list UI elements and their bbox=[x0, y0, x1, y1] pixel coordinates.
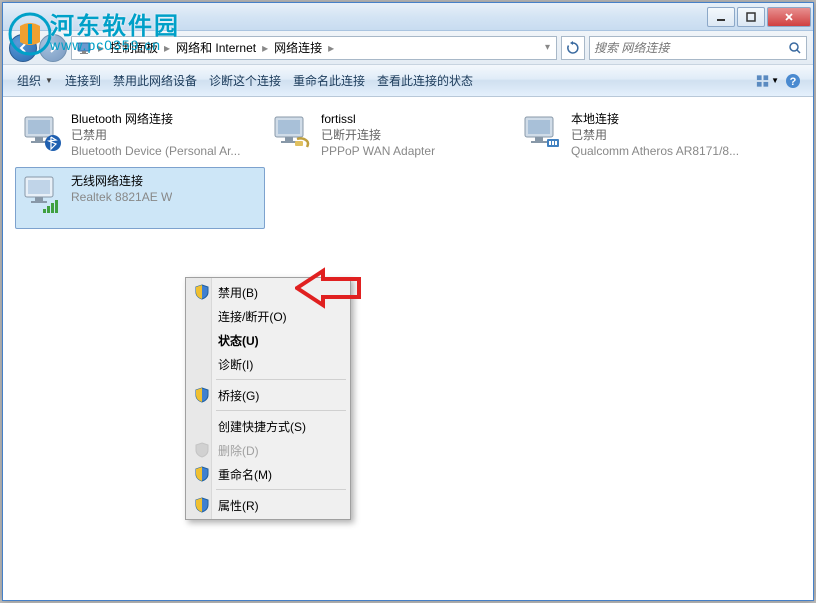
menu-separator bbox=[216, 379, 346, 380]
connection-status: 已禁用 bbox=[571, 127, 739, 143]
chevron-down-icon[interactable]: ▾ bbox=[543, 42, 552, 53]
rename-button[interactable]: 重命名此连接 bbox=[287, 68, 371, 93]
refresh-button[interactable] bbox=[561, 36, 585, 60]
dialup-connection-icon bbox=[271, 111, 313, 153]
watermark-logo bbox=[8, 12, 52, 61]
help-button[interactable]: ? bbox=[781, 69, 805, 93]
chevron-down-icon: ▼ bbox=[45, 76, 53, 85]
menu-separator bbox=[216, 410, 346, 411]
explorer-window: ▸ 控制面板 ▸ 网络和 Internet ▸ 网络连接 ▸ ▾ 组织▼ 连接到… bbox=[2, 2, 814, 601]
connection-item-bluetooth[interactable]: Bluetooth 网络连接 已禁用 Bluetooth Device (Per… bbox=[15, 105, 265, 167]
connection-item-fortissl[interactable]: fortissl 已断开连接 PPPoP WAN Adapter bbox=[265, 105, 515, 167]
network-icon bbox=[76, 40, 92, 56]
minimize-button[interactable] bbox=[707, 7, 735, 27]
connection-name: Bluetooth 网络连接 bbox=[71, 111, 240, 127]
connection-name: 本地连接 bbox=[571, 111, 739, 127]
context-menu: 禁用(B) 连接/断开(O) 状态(U) 诊断(I) 桥接(G) 创建快捷方式(… bbox=[185, 277, 351, 520]
content-area: Bluetooth 网络连接 已禁用 Bluetooth Device (Per… bbox=[3, 97, 813, 600]
ethernet-connection-icon bbox=[521, 111, 563, 153]
menu-disable[interactable]: 禁用(B) bbox=[188, 280, 348, 304]
breadcrumb-item[interactable]: 网络和 Internet bbox=[172, 39, 260, 56]
address-bar: ▸ 控制面板 ▸ 网络和 Internet ▸ 网络连接 ▸ ▾ bbox=[3, 31, 813, 65]
breadcrumb[interactable]: ▸ 控制面板 ▸ 网络和 Internet ▸ 网络连接 ▸ ▾ bbox=[71, 36, 557, 60]
shield-icon bbox=[194, 466, 210, 482]
menu-status[interactable]: 状态(U) bbox=[188, 328, 348, 352]
connect-to-button[interactable]: 连接到 bbox=[59, 68, 107, 93]
toolbar: 组织▼ 连接到 禁用此网络设备 诊断这个连接 重命名此连接 查看此连接的状态 ▼… bbox=[3, 65, 813, 97]
chevron-right-icon: ▸ bbox=[96, 41, 106, 55]
shield-icon bbox=[194, 284, 210, 300]
chevron-down-icon: ▼ bbox=[771, 76, 779, 85]
search-box[interactable] bbox=[589, 36, 807, 60]
change-view-button[interactable]: ▼ bbox=[755, 69, 779, 93]
titlebar bbox=[3, 3, 813, 31]
close-button[interactable] bbox=[767, 7, 811, 27]
connection-item-local[interactable]: 本地连接 已禁用 Qualcomm Atheros AR8171/8... bbox=[515, 105, 765, 167]
connection-status: 已禁用 bbox=[71, 127, 240, 143]
menu-properties[interactable]: 属性(R) bbox=[188, 493, 348, 517]
search-input[interactable] bbox=[594, 41, 788, 55]
connection-device: Qualcomm Atheros AR8171/8... bbox=[571, 143, 739, 159]
menu-create-shortcut[interactable]: 创建快捷方式(S) bbox=[188, 414, 348, 438]
connection-status: 已断开连接 bbox=[321, 127, 435, 143]
search-icon bbox=[788, 41, 802, 55]
shield-icon bbox=[194, 387, 210, 403]
disable-device-button[interactable]: 禁用此网络设备 bbox=[107, 68, 203, 93]
maximize-button[interactable] bbox=[737, 7, 765, 27]
organize-menu[interactable]: 组织▼ bbox=[11, 68, 59, 93]
menu-delete: 删除(D) bbox=[188, 438, 348, 462]
wifi-connection-icon bbox=[21, 173, 63, 215]
connection-device: Realtek 8821AE W bbox=[71, 189, 172, 205]
shield-icon bbox=[194, 442, 210, 458]
svg-text:?: ? bbox=[790, 76, 797, 88]
bluetooth-connection-icon bbox=[21, 111, 63, 153]
menu-bridge[interactable]: 桥接(G) bbox=[188, 383, 348, 407]
menu-diagnose[interactable]: 诊断(I) bbox=[188, 352, 348, 376]
chevron-right-icon: ▸ bbox=[326, 41, 336, 55]
chevron-right-icon: ▸ bbox=[260, 41, 270, 55]
connection-name: fortissl bbox=[321, 111, 435, 127]
breadcrumb-item[interactable]: 网络连接 bbox=[270, 39, 326, 56]
menu-connect-disconnect[interactable]: 连接/断开(O) bbox=[188, 304, 348, 328]
connection-name: 无线网络连接 bbox=[71, 173, 172, 189]
breadcrumb-item[interactable]: 控制面板 bbox=[106, 39, 162, 56]
connection-device: PPPoP WAN Adapter bbox=[321, 143, 435, 159]
connection-item-wireless[interactable]: 无线网络连接 Realtek 8821AE W bbox=[15, 167, 265, 229]
diagnose-button[interactable]: 诊断这个连接 bbox=[203, 68, 287, 93]
menu-separator bbox=[216, 489, 346, 490]
menu-rename[interactable]: 重命名(M) bbox=[188, 462, 348, 486]
connection-device: Bluetooth Device (Personal Ar... bbox=[71, 143, 240, 159]
shield-icon bbox=[194, 497, 210, 513]
chevron-right-icon: ▸ bbox=[162, 41, 172, 55]
view-status-button[interactable]: 查看此连接的状态 bbox=[371, 68, 479, 93]
